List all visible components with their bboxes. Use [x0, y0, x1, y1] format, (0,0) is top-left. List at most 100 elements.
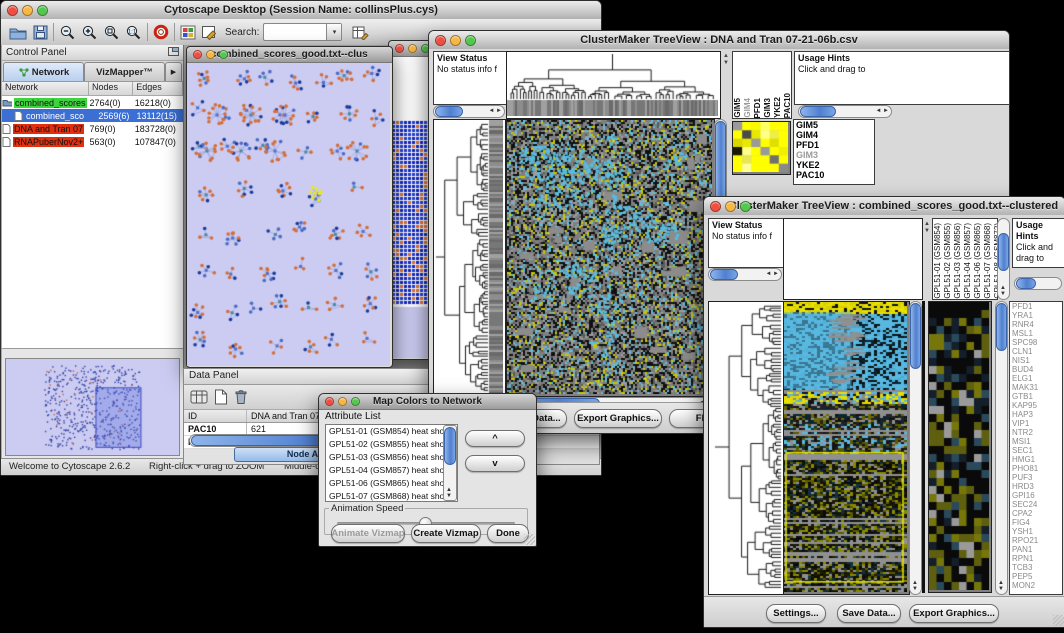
- tab-network[interactable]: Network: [3, 62, 84, 81]
- network-view-window[interactable]: combined_scores_good.txt--cluste...: [186, 46, 393, 368]
- treeview2-vscrollbar[interactable]: ▲▼: [909, 301, 922, 595]
- minimize-button[interactable]: [450, 35, 461, 46]
- treeview2-column-dendrogram[interactable]: [783, 218, 923, 300]
- network-overview-canvas[interactable]: [6, 359, 179, 455]
- network-overview-panel[interactable]: [5, 358, 180, 456]
- treeview2-titlebar[interactable]: ClusterMaker TreeView : combined_scores_…: [704, 197, 1064, 216]
- treeview1-title: ClusterMaker TreeView : DNA and Tran 07-…: [453, 34, 985, 46]
- annotation-icon[interactable]: [201, 22, 217, 42]
- delete-attribute-icon[interactable]: [234, 387, 248, 407]
- zoom-button[interactable]: [219, 50, 228, 59]
- control-panel-title: Control Panel: [6, 47, 67, 58]
- search-label: Search:: [225, 27, 259, 38]
- attribute-list[interactable]: GPL51-01 (GSM854) heat shock 05 minGPL51…: [325, 424, 458, 502]
- grid-network-canvas[interactable]: [389, 57, 433, 358]
- attribute-select-icon[interactable]: [190, 387, 208, 407]
- search-dropdown-arrow[interactable]: ▾: [326, 24, 341, 40]
- treeview2-gene-list[interactable]: PFD1YRA1RNR4MSL1SPC98CLN1NIS1BUD4ELG1MAK…: [1009, 301, 1063, 595]
- control-panel-header: Control Panel: [2, 45, 183, 61]
- animate-vizmap-button[interactable]: Animate Vizmap: [331, 524, 405, 543]
- status-welcome: Welcome to Cytoscape 2.6.2: [9, 461, 130, 472]
- minimize-button[interactable]: [22, 5, 33, 16]
- treeview1-row-dendrogram[interactable]: [433, 119, 506, 397]
- treeview1-titlebar[interactable]: ClusterMaker TreeView : DNA and Tran 07-…: [429, 31, 1009, 50]
- treeview2-heatmap[interactable]: [783, 301, 910, 595]
- resize-grip[interactable]: [524, 534, 535, 545]
- treeview2-pan-arrows[interactable]: ▲▼: [923, 221, 931, 235]
- dialog-body: Attribute List GPL51-01 (GSM854) heat sh…: [319, 409, 536, 546]
- zoom-button[interactable]: [465, 35, 476, 46]
- open-session-icon[interactable]: [9, 22, 27, 42]
- zoom-button[interactable]: [37, 5, 48, 16]
- zoom-out-icon[interactable]: [59, 22, 76, 42]
- network-view-titlebar[interactable]: combined_scores_good.txt--cluste...: [187, 47, 392, 63]
- minimize-button[interactable]: [206, 50, 215, 59]
- treeview2-usage-hints: Usage Hints Click and drag to: [1012, 218, 1064, 268]
- close-button[interactable]: [710, 201, 721, 212]
- resize-grip[interactable]: [1053, 615, 1064, 626]
- treeview2-hints-scrollbar[interactable]: [1014, 277, 1062, 290]
- tab-overflow-arrow[interactable]: ▶: [165, 62, 182, 81]
- move-down-button[interactable]: v: [465, 455, 525, 472]
- treeview2-title: ClusterMaker TreeView : combined_scores_…: [724, 200, 1063, 212]
- close-button[interactable]: [325, 397, 334, 406]
- done-button[interactable]: Done: [487, 524, 529, 543]
- vizmapper-grid-icon[interactable]: [180, 22, 196, 42]
- zoom-fit-icon[interactable]: 1:1: [125, 22, 142, 42]
- zoom-button[interactable]: [351, 397, 360, 406]
- minimize-button[interactable]: [338, 397, 347, 406]
- treeview1-view-status: View Status No status info f: [433, 51, 511, 105]
- close-button[interactable]: [193, 50, 202, 59]
- close-button[interactable]: [435, 35, 446, 46]
- treeview1-pan-arrows[interactable]: ▲▼: [721, 53, 731, 67]
- document-icon: [2, 124, 11, 134]
- export-graphics-button[interactable]: Export Graphics...: [909, 604, 999, 623]
- treeview1-hints-scrollbar[interactable]: ◄ ►: [798, 105, 892, 118]
- new-attribute-icon[interactable]: [214, 387, 228, 407]
- export-graphics-button[interactable]: Export Graphics...: [574, 409, 662, 428]
- treeview2-labels-scrollbar[interactable]: ▲▼: [997, 218, 1010, 300]
- treeview2-genelist-scrollbar[interactable]: ▲▼: [995, 301, 1008, 595]
- attribute-list-scrollbar[interactable]: ▲▼: [443, 425, 457, 501]
- close-button[interactable]: [7, 5, 18, 16]
- network-list-item[interactable]: DNA and Tran 07 769(0) 183728(0): [2, 122, 183, 135]
- dialog-titlebar[interactable]: Map Colors to Network: [319, 394, 536, 410]
- zoom-button[interactable]: [740, 201, 751, 212]
- save-session-icon[interactable]: [33, 22, 48, 42]
- treeview1-gene-list[interactable]: GIM5GIM4PFD1GIM3YKE2PAC10: [793, 119, 875, 185]
- move-up-button[interactable]: ^: [465, 430, 525, 447]
- treeview2-submatrix[interactable]: [928, 301, 992, 593]
- search-combobox[interactable]: ▾: [263, 23, 342, 41]
- close-button[interactable]: [395, 44, 404, 53]
- zoom-selected-icon[interactable]: [103, 22, 120, 42]
- zoom-in-icon[interactable]: [81, 22, 98, 42]
- treeview2-status-scrollbar[interactable]: ◄ ►: [708, 268, 782, 281]
- float-panel-icon[interactable]: [168, 47, 179, 59]
- treeview1-status-scrollbar[interactable]: ◄ ►: [433, 105, 505, 118]
- attribute-browser-icon[interactable]: [352, 22, 369, 42]
- network-list-item-selected[interactable]: combined_sco 2569(6) 13112(15): [2, 109, 183, 122]
- help-icon[interactable]: [153, 22, 169, 42]
- network-list-item[interactable]: RNAPuberNov2+ 563(0) 107847(0): [2, 135, 183, 148]
- main-titlebar[interactable]: Cytoscape Desktop (Session Name: collins…: [1, 1, 601, 20]
- search-input[interactable]: [264, 25, 326, 39]
- tab-vizmapper[interactable]: VizMapper™: [84, 62, 165, 81]
- treeview2-row-dendrogram[interactable]: [708, 301, 785, 595]
- network-list-item[interactable]: combined_scores 2764(0) 16218(0): [2, 96, 183, 109]
- network-list-empty-area[interactable]: [2, 148, 183, 349]
- settings-button[interactable]: Settings...: [766, 604, 826, 623]
- svg-text:1:1: 1:1: [128, 29, 137, 35]
- create-vizmap-button[interactable]: Create Vizmap: [411, 524, 481, 543]
- save-data-button[interactable]: Save Data...: [837, 604, 901, 623]
- treeview1-column-dendrogram[interactable]: [506, 51, 721, 119]
- control-panel-tabs: Network VizMapper™ ▶: [2, 61, 183, 82]
- main-window-title: Cytoscape Desktop (Session Name: collins…: [25, 4, 577, 16]
- panel-divider: [922, 301, 925, 593]
- treeview1-submatrix[interactable]: [732, 121, 791, 175]
- treeview2-window: ClusterMaker TreeView : combined_scores_…: [703, 196, 1064, 628]
- network-tab-icon: [18, 67, 29, 77]
- treeview1-heatmap[interactable]: [506, 119, 715, 397]
- minimize-button[interactable]: [725, 201, 736, 212]
- minimize-button[interactable]: [408, 44, 417, 53]
- network-view-canvas[interactable]: [187, 63, 390, 366]
